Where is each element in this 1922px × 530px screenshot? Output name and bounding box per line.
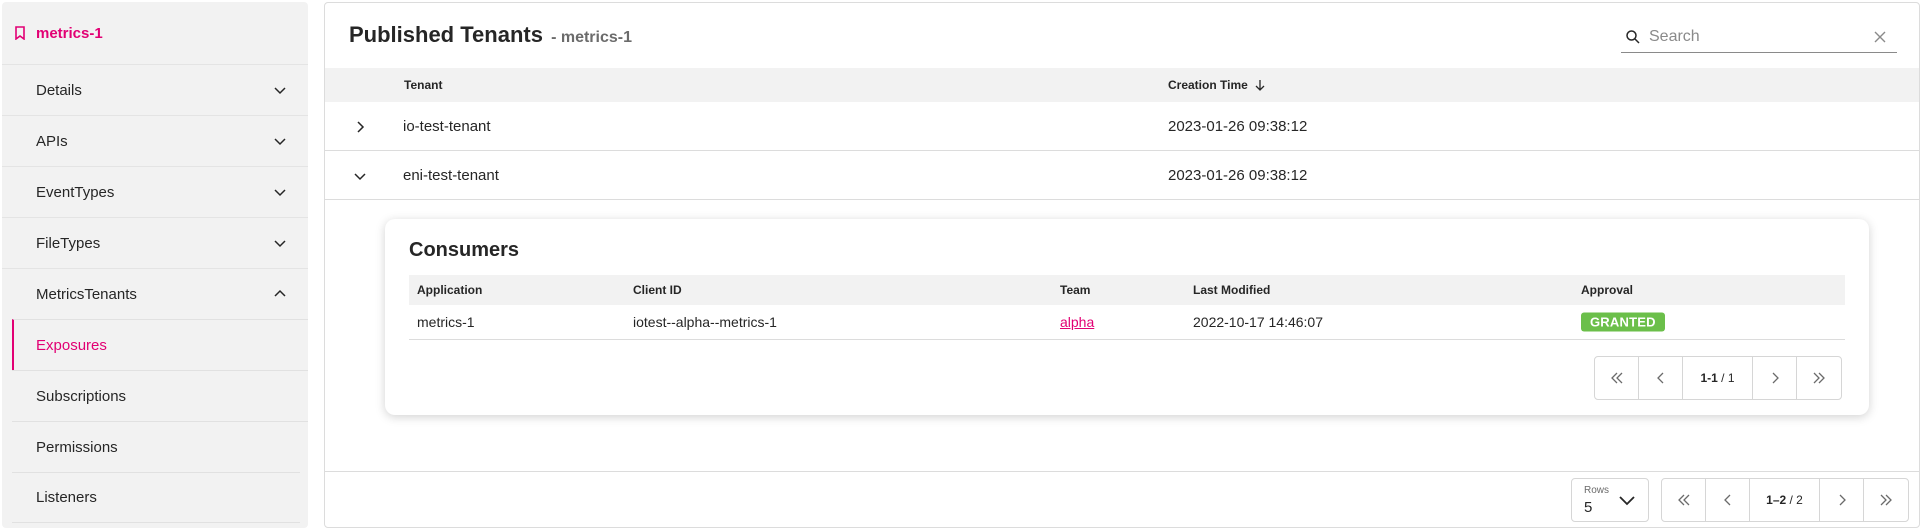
- chevron-down-icon: [274, 240, 286, 248]
- approval-badge: GRANTED: [1581, 312, 1665, 332]
- sidebar-item-label: APIs: [36, 132, 68, 150]
- prev-page-button[interactable]: [1639, 357, 1683, 399]
- creation-time: 2023-01-26 09:38:12: [1168, 117, 1308, 135]
- sidebar-subitem-listeners[interactable]: Listeners: [12, 472, 300, 523]
- chevron-down-icon: [274, 138, 286, 146]
- table-pagination: 1–2 / 2: [1661, 478, 1909, 522]
- double-chevron-left-icon: [1610, 372, 1622, 384]
- chevron-down-icon[interactable]: [351, 167, 369, 185]
- search-input[interactable]: [1649, 27, 1869, 46]
- sidebar-subitem-subscriptions[interactable]: Subscriptions: [12, 370, 308, 421]
- column-header-team: Team: [1060, 283, 1091, 297]
- arrow-down-icon: [1255, 80, 1265, 91]
- sidebar: metrics-1 Details APIs EventTypes FileTy…: [2, 2, 308, 528]
- page-indicator: 1-1 / 1: [1683, 357, 1753, 399]
- sidebar-subitem-label: Exposures: [36, 336, 107, 354]
- table-footer: Rows 5 1–2 / 2: [325, 472, 1919, 528]
- search-box: [1621, 21, 1897, 53]
- table-row: metrics-1 iotest--alpha--metrics-1 alpha…: [409, 305, 1845, 340]
- next-page-button[interactable]: [1820, 479, 1864, 521]
- last-page-button[interactable]: [1864, 479, 1908, 521]
- column-header-tenant[interactable]: Tenant: [404, 78, 442, 92]
- column-header-creation-time[interactable]: Creation Time: [1168, 78, 1266, 92]
- sidebar-item-label: MetricsTenants: [36, 285, 137, 303]
- page-title-text: Published Tenants: [349, 22, 543, 47]
- double-chevron-right-icon: [1813, 372, 1825, 384]
- chevron-left-icon: [1656, 372, 1663, 384]
- consumers-pagination: 1-1 / 1: [1594, 356, 1842, 400]
- page-range: 1–2: [1766, 493, 1787, 507]
- chevron-right-icon: [1772, 372, 1779, 384]
- table-header: Tenant Creation Time: [325, 68, 1919, 102]
- page-header: Published Tenants - metrics-1: [325, 3, 1919, 68]
- consumers-card: Consumers Application Client ID Team Las…: [385, 219, 1869, 415]
- sidebar-subitem-permissions[interactable]: Permissions: [12, 421, 308, 472]
- sidebar-item-eventtypes[interactable]: EventTypes: [2, 166, 308, 217]
- client-id: iotest--alpha--metrics-1: [633, 314, 777, 330]
- page-total: / 2: [1789, 493, 1803, 507]
- page-total: / 1: [1721, 371, 1735, 385]
- sidebar-item-apis[interactable]: APIs: [2, 115, 308, 166]
- prev-page-button[interactable]: [1706, 479, 1750, 521]
- sidebar-title: metrics-1: [36, 24, 103, 42]
- first-page-button[interactable]: [1595, 357, 1639, 399]
- first-page-button[interactable]: [1662, 479, 1706, 521]
- sidebar-subitem-label: Listeners: [36, 489, 97, 506]
- table-row[interactable]: io-test-tenant 2023-01-26 09:38:12: [325, 102, 1919, 151]
- sidebar-subitem-exposures[interactable]: Exposures: [12, 319, 308, 370]
- column-header-application: Application: [417, 283, 483, 297]
- page-range: 1-1: [1700, 371, 1718, 385]
- bookmark-icon: [15, 26, 25, 40]
- table-row[interactable]: eni-test-tenant 2023-01-26 09:38:12: [325, 151, 1919, 200]
- column-header-client-id: Client ID: [633, 283, 682, 297]
- application-name: metrics-1: [417, 314, 475, 330]
- main-panel: Published Tenants - metrics-1 Tenant Cre…: [324, 2, 1920, 528]
- creation-time: 2023-01-26 09:38:12: [1168, 166, 1308, 184]
- sidebar-item-metricstenants[interactable]: MetricsTenants: [2, 268, 308, 319]
- rows-per-page-select[interactable]: Rows 5: [1571, 478, 1649, 522]
- rows-label: Rows: [1584, 485, 1610, 496]
- search-icon: [1626, 29, 1640, 44]
- sidebar-subitem-label: Permissions: [36, 438, 118, 456]
- sidebar-item-details[interactable]: Details: [2, 64, 308, 115]
- column-header-last-modified: Last Modified: [1193, 283, 1271, 297]
- sidebar-item-label: Details: [36, 81, 82, 99]
- chevron-up-icon: [274, 289, 286, 297]
- next-page-button[interactable]: [1753, 357, 1797, 399]
- close-icon[interactable]: [1873, 30, 1887, 44]
- chevron-right-icon[interactable]: [351, 118, 369, 136]
- sidebar-subitem-label: Subscriptions: [36, 387, 127, 405]
- chevron-down-icon: [274, 189, 286, 197]
- column-header-approval: Approval: [1581, 283, 1634, 297]
- chevron-left-icon: [1723, 494, 1730, 506]
- consumers-table-header: Application Client ID Team Last Modified…: [409, 275, 1845, 305]
- tenant-name: eni-test-tenant: [403, 166, 499, 184]
- sidebar-item-label: EventTypes: [36, 183, 115, 201]
- page-subtitle: - metrics-1: [551, 29, 632, 46]
- last-modified: 2022-10-17 14:46:07: [1193, 314, 1323, 330]
- consumers-title: Consumers: [409, 239, 520, 261]
- expanded-row-panel: Consumers Application Client ID Team Las…: [325, 200, 1919, 472]
- chevron-down-icon: [1619, 496, 1635, 506]
- sidebar-item-filetypes[interactable]: FileTypes: [2, 217, 308, 268]
- tenant-name: io-test-tenant: [403, 117, 491, 135]
- last-page-button[interactable]: [1797, 357, 1841, 399]
- team-link[interactable]: alpha: [1060, 314, 1094, 330]
- column-header-label: Creation Time: [1168, 78, 1248, 92]
- page-title: Published Tenants - metrics-1: [349, 22, 632, 48]
- chevron-down-icon: [274, 87, 286, 95]
- rows-value: 5: [1584, 499, 1593, 516]
- sidebar-header[interactable]: metrics-1: [2, 2, 308, 64]
- double-chevron-left-icon: [1677, 494, 1689, 506]
- chevron-right-icon: [1839, 494, 1846, 506]
- page-indicator: 1–2 / 2: [1750, 479, 1820, 521]
- sidebar-item-label: FileTypes: [36, 234, 101, 252]
- double-chevron-right-icon: [1880, 494, 1892, 506]
